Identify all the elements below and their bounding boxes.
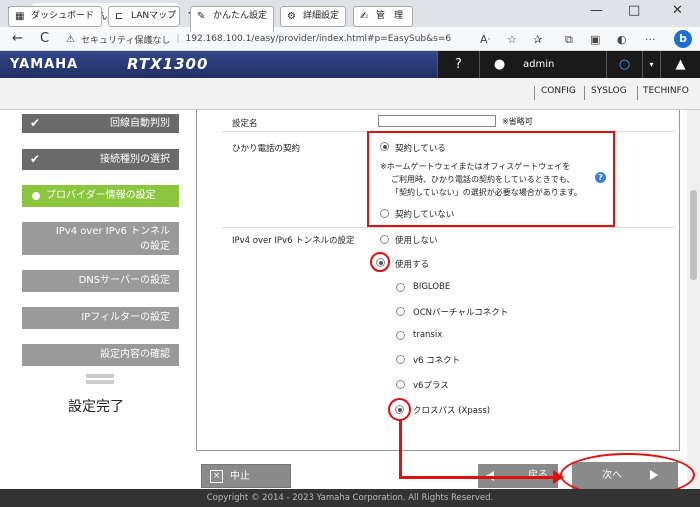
- back-icon[interactable]: ←: [12, 31, 23, 46]
- user-icon[interactable]: ●: [479, 51, 519, 78]
- highlight-xpass: [388, 398, 411, 421]
- url-text: 192.168.100.1/easy/provider/index.html#p…: [185, 34, 452, 44]
- tunnel-label: IPv4 over IPv6 トンネルの設定: [232, 236, 355, 246]
- provider-radio-v6connect[interactable]: [396, 355, 405, 364]
- split-screen-icon[interactable]: ⧉: [565, 33, 573, 47]
- step-ip-filter: IPフィルターの設定: [22, 307, 179, 329]
- annotation-arrow-line: [399, 420, 402, 478]
- tab-easy-setup[interactable]: ✎ かんたん設定: [190, 6, 274, 32]
- step-line-detect: ✔ 回線自動判別: [22, 114, 179, 133]
- syslog-link[interactable]: SYSLOG: [591, 86, 627, 96]
- down-arrow-icon: [86, 374, 114, 384]
- provider-label-ocn[interactable]: OCNバーチャルコネクト: [413, 306, 508, 318]
- highlight-tunnel-on: [370, 252, 390, 272]
- profile-icon[interactable]: ◐: [617, 33, 627, 46]
- step-ipv4-over-ipv6: IPv4 over IPv6 トンネル の設定: [22, 222, 179, 255]
- favorites-bar-icon[interactable]: ✰: [533, 33, 542, 46]
- provider-radio-biglobe[interactable]: [396, 283, 405, 292]
- provider-label-v6plus[interactable]: v6プラス: [413, 379, 449, 391]
- setting-name-input[interactable]: [378, 115, 496, 127]
- provider-label-transix[interactable]: transix: [413, 330, 442, 340]
- dashboard-button[interactable]: ▦ ダッシュボード: [8, 6, 102, 27]
- scroll-thumb[interactable]: [690, 190, 697, 280]
- annotation-arrow-line: [399, 476, 557, 479]
- address-bar-row: ← C ⚠ セキュリティ保護なし | 192.168.100.1/easy/pr…: [0, 27, 700, 51]
- step-confirm: 設定内容の確認: [22, 344, 179, 366]
- check-icon: ✔: [30, 116, 41, 130]
- status-dropdown-icon[interactable]: ▾: [642, 51, 660, 78]
- management-button[interactable]: ✍ 管 理: [353, 6, 413, 27]
- close-window-icon[interactable]: ✕: [672, 3, 683, 18]
- provider-radio-ocn[interactable]: [396, 307, 405, 316]
- read-aloud-icon[interactable]: Aᐧ: [480, 33, 490, 46]
- optional-note: ※省略可: [502, 117, 533, 126]
- cancel-button[interactable]: × 中止: [201, 464, 291, 488]
- dashboard-icon: ▦: [15, 11, 25, 22]
- minimize-icon[interactable]: —: [590, 3, 603, 18]
- wand-icon: ✎: [197, 11, 206, 22]
- tunnel-on-label[interactable]: 使用する: [395, 258, 429, 270]
- warning-icon: ⚠: [66, 33, 75, 45]
- more-icon[interactable]: ···: [645, 33, 656, 46]
- current-step-icon: [32, 192, 40, 200]
- model-name: RTX1300: [127, 55, 209, 73]
- hikari-label: ひかり電話の契約: [232, 144, 301, 154]
- collections-icon[interactable]: ▣: [590, 33, 600, 46]
- config-link[interactable]: CONFIG: [541, 86, 576, 96]
- step-provider-info: プロバイダー情報の設定: [22, 185, 179, 207]
- tunnel-off-label[interactable]: 使用しない: [395, 234, 438, 246]
- brand-logo: YAMAHA: [10, 57, 79, 72]
- provider-radio-transix[interactable]: [396, 331, 405, 340]
- help-icon[interactable]: ?: [437, 51, 479, 78]
- check-icon: ✔: [30, 152, 41, 166]
- step-connection-type: ✔ 接続種別の選択: [22, 149, 179, 170]
- footer-copyright: Copyright © 2014 - 2023 Yamaha Corporati…: [0, 489, 700, 507]
- notification-bell-icon[interactable]: ▲: [660, 51, 700, 78]
- gear-icon: ⚙: [287, 11, 296, 22]
- lanmap-icon: ⊏: [115, 11, 124, 22]
- techinfo-link[interactable]: TECHINFO: [643, 86, 689, 96]
- favorites-icon[interactable]: ☆: [507, 33, 517, 46]
- vertical-scrollbar[interactable]: [687, 110, 700, 489]
- close-icon: ×: [210, 470, 223, 483]
- provider-label-xpass[interactable]: クロスパス (Xpass): [413, 404, 490, 416]
- step-finish: 設定完了: [68, 399, 124, 415]
- address-input[interactable]: ⚠ セキュリティ保護なし | 192.168.100.1/easy/provid…: [66, 30, 542, 48]
- lanmap-button[interactable]: ⊏ LANマップ: [108, 6, 180, 27]
- app-header: YAMAHA RTX1300 ? ● admin ○ ▾ ▲: [0, 51, 700, 78]
- step-dns: DNSサーバーの設定: [22, 270, 179, 292]
- maximize-icon[interactable]: □: [628, 3, 640, 18]
- provider-label-biglobe[interactable]: BIGLOBE: [413, 282, 450, 292]
- detail-settings-button[interactable]: ⚙ 詳細設定: [280, 6, 346, 27]
- tunnel-off-radio[interactable]: [380, 235, 389, 244]
- reload-icon[interactable]: C: [40, 31, 49, 46]
- user-name[interactable]: admin: [523, 51, 554, 78]
- highlight-hikari: [367, 131, 615, 227]
- status-indicator-icon[interactable]: ○: [606, 51, 642, 78]
- copilot-icon[interactable]: b: [674, 30, 692, 48]
- wrench-icon: ✍: [360, 11, 369, 22]
- provider-radio-v6plus[interactable]: [396, 380, 405, 389]
- browser-tab-bar: RTX830 かんたん設定 - プロバイダー情 × + — □ ✕: [0, 0, 700, 27]
- setting-name-label: 設定名: [232, 119, 258, 129]
- security-label: セキュリティ保護なし: [81, 35, 171, 46]
- provider-label-v6connect[interactable]: v6 コネクト: [413, 354, 460, 366]
